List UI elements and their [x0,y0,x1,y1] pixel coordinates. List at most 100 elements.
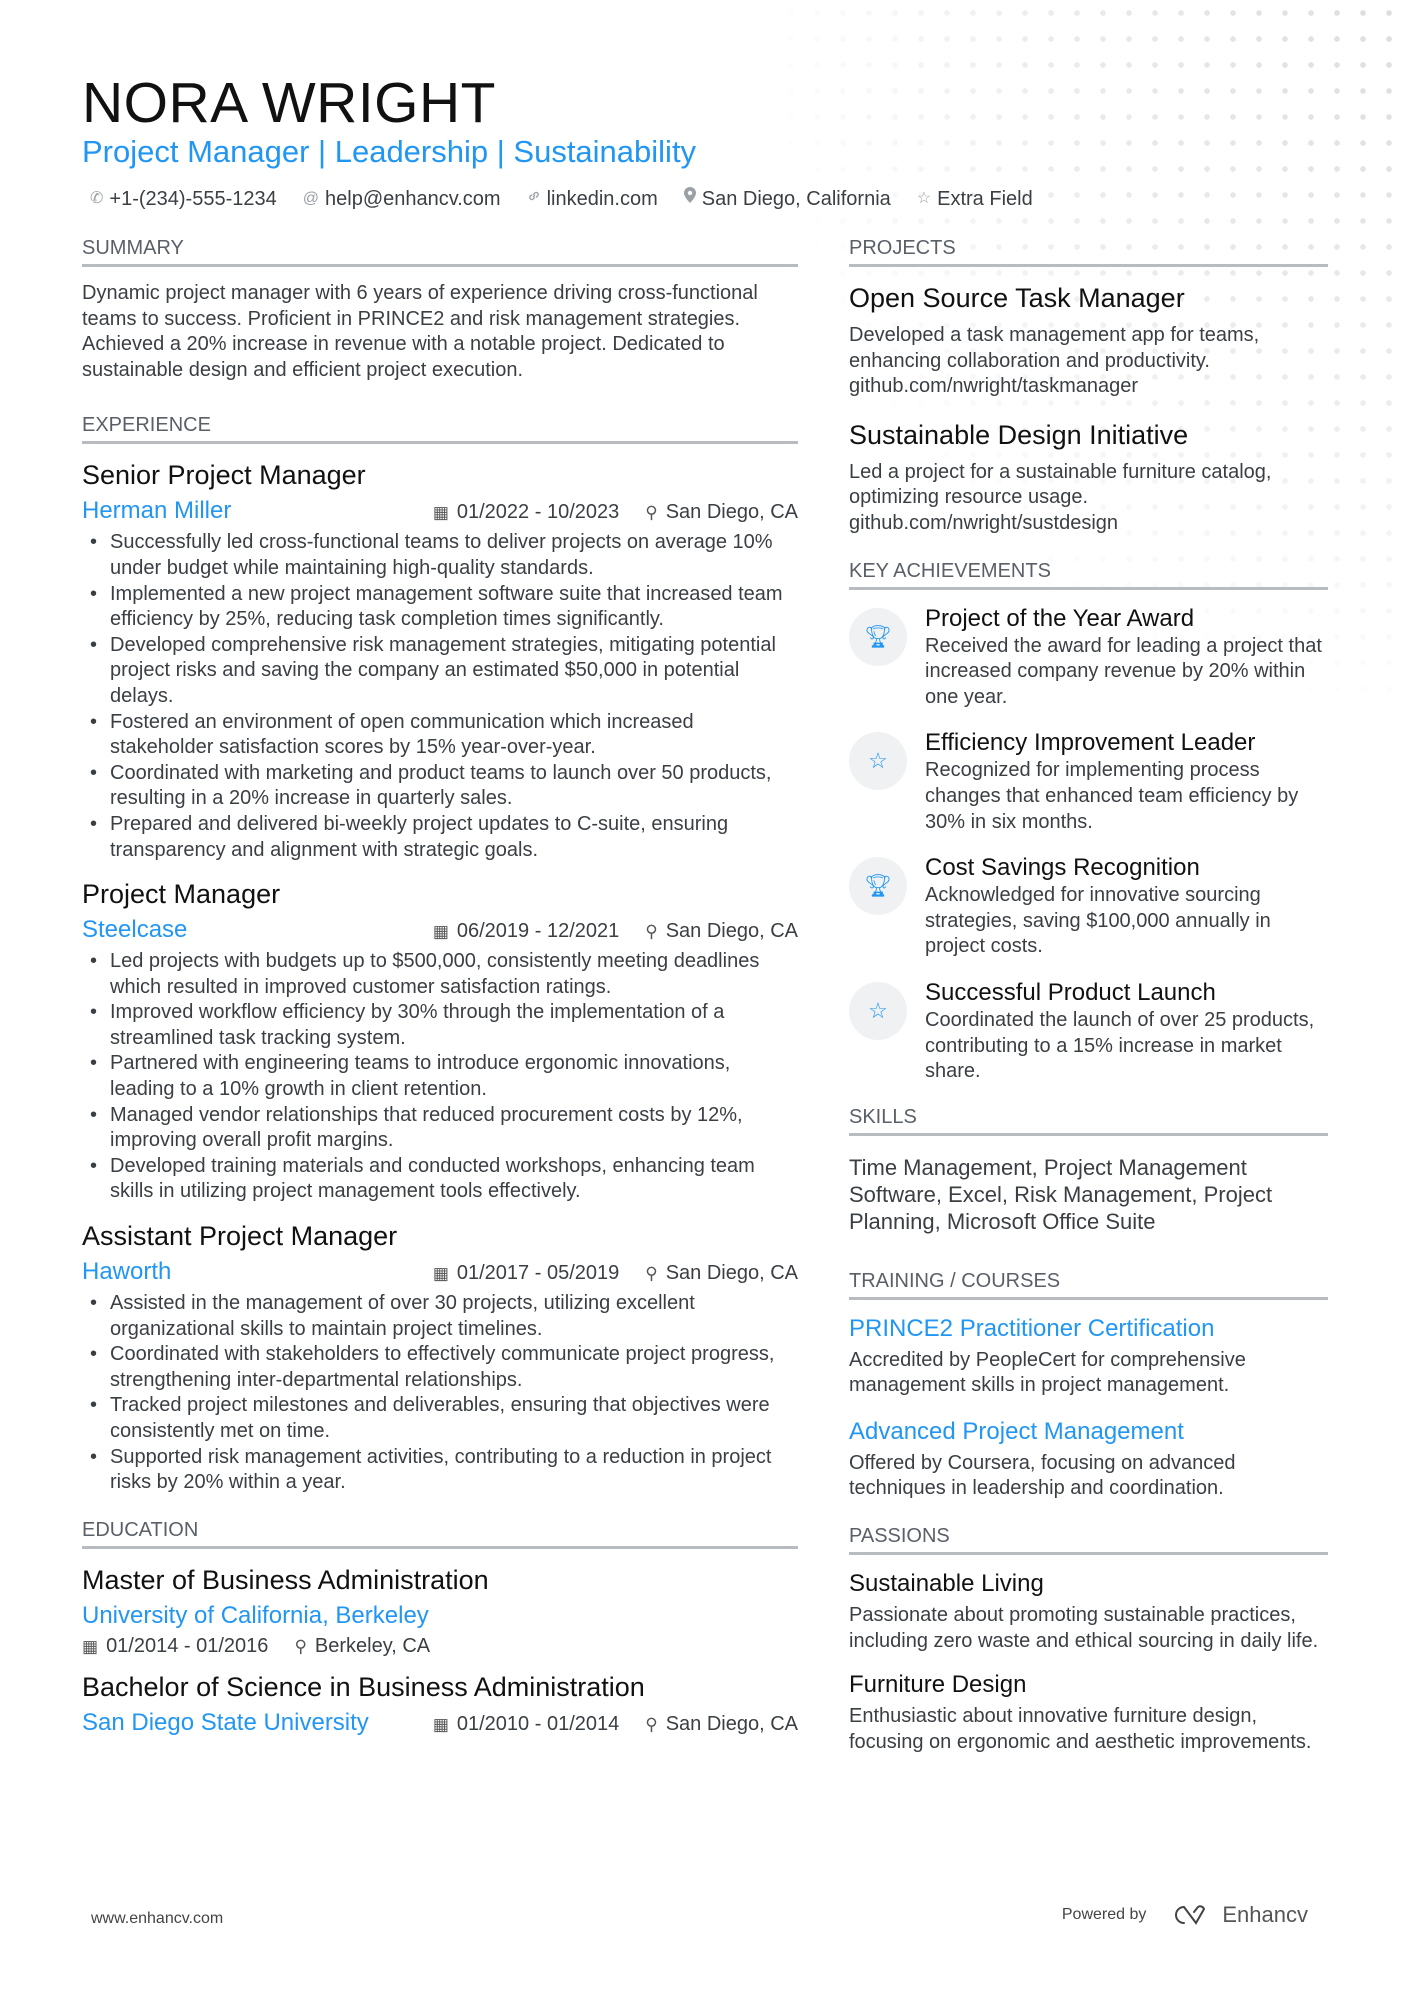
achievement-title: Project of the Year Award [925,604,1195,632]
company-name[interactable]: Herman Miller [82,496,231,526]
education-meta: ▦ 01/2014 - 01/2016 ⚲ Berkeley, CA [82,1635,798,1658]
star-icon: ☆ [916,190,932,207]
section-heading: Key Achievements [849,559,1328,590]
candidate-name: NORA WRIGHT [82,71,496,135]
phone-icon: ✆ [90,190,104,207]
job-bullets: Led projects with budgets up to $500,000… [82,949,798,1205]
location-icon: ⚲ [645,503,658,523]
footer-powered-by: Powered by Enhancv [1062,1902,1308,1928]
achievement-description: Coordinated the launch of over 25 produc… [925,1008,1315,1083]
education-location: Berkeley, CA [314,1634,431,1657]
education-dates: 01/2010 - 01/2014 [456,1712,620,1735]
company-name[interactable]: Steelcase [82,915,187,945]
experience-section: Experience Senior Project Manager Herman … [82,413,798,1495]
job-entry: Project Manager Steelcase ▦ 06/2019 - 12/20… [82,877,798,1205]
projects-section: Projects Open Source Task Manager Develo… [849,236,1328,537]
passion-item: Furniture Design Enthusiastic about inno… [849,1670,1328,1755]
powered-by-label: Powered by [1061,1906,1147,1923]
project-link[interactable]: github.com/nwright/taskmanager [849,374,1328,400]
achievements-section: Key Achievements 🏆︎ Project of the Year A… [849,559,1328,1085]
job-dates: 06/2019 - 12/2021 [456,920,620,943]
calendar-icon: ▦ [432,1264,449,1284]
contact-location-text: San Diego, California [701,188,891,210]
calendar-icon: ▦ [82,1636,99,1656]
course-item: PRINCE2 Practitioner Certification Accre… [849,1314,1328,1399]
enhancv-logo-icon [1175,1905,1206,1925]
project-description: Led a project for a sustainable furnitur… [849,460,1272,509]
project-link[interactable]: github.com/nwright/sustdesign [849,511,1328,537]
school[interactable]: San Diego State University [82,1708,369,1738]
bullet-item: Developed training materials and conduct… [90,1154,798,1205]
course-title[interactable]: PRINCE2 Practitioner Certification [849,1314,1328,1344]
passion-title: Sustainable Living [849,1570,1044,1598]
course-item: Advanced Project Management Offered by C… [849,1417,1328,1502]
skills-section: Skills Time Management, Project Manageme… [849,1105,1328,1235]
course-description: Accredited by PeopleCert for comprehensi… [849,1348,1246,1397]
passion-item: Sustainable Living Passionate about prom… [849,1569,1328,1654]
job-bullets: Assisted in the management of over 30 pr… [82,1291,798,1496]
job-title: Senior Project Manager [82,460,366,491]
calendar-icon: ▦ [432,503,449,523]
bullet-item: Successfully led cross-functional teams … [90,530,798,581]
contact-extra: ☆ Extra Field [917,186,1033,212]
achievement-description: Received the award for leading a project… [925,634,1322,708]
section-heading: Summary [82,236,798,267]
bullet-item: Developed comprehensive risk management … [90,633,798,710]
contact-email[interactable]: @ help@enhancv.com [303,186,501,212]
trophy-icon: 🏆︎ [849,857,907,916]
calendar-icon: ▦ [432,1714,449,1734]
passions-section: Passions Sustainable Living Passionate a… [849,1524,1328,1755]
achievement-title: Efficiency Improvement Leader [925,729,1256,757]
bullet-item: Assisted in the management of over 30 pr… [90,1291,798,1342]
degree: Bachelor of Science in Business Administ… [82,1671,645,1702]
achievement-description: Recognized for implementing process chan… [925,759,1299,833]
training-section: Training / Courses PRINCE2 Practitioner … [849,1269,1328,1502]
project-title: Sustainable Design Initiative [849,419,1189,450]
achievement-item: 🏆︎ Cost Savings Recognition Acknowledged f… [849,853,1328,960]
project-item: Open Source Task Manager Developed a tas… [849,281,1328,400]
section-heading: Skills [849,1105,1328,1136]
summary-text: Dynamic project manager with 6 years of … [82,282,758,381]
education-location: San Diego, CA [665,1712,798,1735]
company-name[interactable]: Haworth [82,1257,171,1287]
degree: Master of Business Administration [82,1564,489,1595]
enhancv-brand[interactable]: Enhancv [1170,1902,1308,1928]
job-title: Assistant Project Manager [82,1221,398,1252]
contact-phone[interactable]: ✆ +1-(234)-555-1234 [90,186,277,212]
job-entry: Assistant Project Manager Haworth ▦ 01/2017… [82,1219,798,1496]
footer-website[interactable]: www.enhancv.com [91,1910,223,1928]
section-heading: Education [82,1518,798,1549]
project-title: Open Source Task Manager [849,283,1185,313]
education-section: Education Master of Business Administrat… [82,1518,798,1738]
contact-linkedin[interactable]: linkedin.com [527,186,658,212]
job-location: San Diego, CA [665,1262,798,1285]
achievement-description: Acknowledged for innovative sourcing str… [925,884,1271,958]
course-title[interactable]: Advanced Project Management [849,1417,1328,1447]
bullet-item: Prepared and delivered bi-weekly project… [90,812,798,863]
job-dates: 01/2022 - 10/2023 [456,501,620,524]
education-item: Master of Business Administration Univer… [82,1563,798,1658]
candidate-title: Project Manager | Leadership | Sustainab… [82,134,697,169]
achievement-item: ☆ Successful Product Launch Coordinated th… [849,978,1328,1085]
location-icon [683,186,696,212]
bullet-item: Improved workflow efficiency by 30% thro… [90,1000,798,1051]
at-icon: @ [302,190,319,207]
contact-linkedin-text: linkedin.com [546,188,658,210]
bullet-item: Fostered an environment of open communic… [90,710,798,761]
achievement-item: ☆ Efficiency Improvement Leader Recognized… [849,728,1328,835]
education-dates: 01/2014 - 01/2016 [106,1634,269,1657]
contact-row: ✆ +1-(234)-555-1234 @ help@enhancv.com l… [90,186,1033,212]
location-icon: ⚲ [294,1636,307,1656]
section-heading: Experience [82,413,798,445]
education-meta: ▦ 01/2010 - 01/2014 ⚲ San Diego, CA [433,1713,798,1736]
job-meta: ▦ 01/2017 - 05/2019 ⚲ San Diego, CA [433,1262,798,1285]
bullet-item: Implemented a new project management sof… [90,582,798,633]
brand-name: Enhancv [1222,1902,1308,1927]
bullet-item: Partnered with engineering teams to intr… [90,1051,798,1102]
school[interactable]: University of California, Berkeley [82,1601,798,1631]
achievement-title: Successful Product Launch [925,978,1216,1006]
bullet-item: Tracked project milestones and deliverab… [90,1393,798,1444]
right-column: Projects Open Source Task Manager Develo… [849,236,1328,1785]
section-heading: Training / Courses [849,1269,1328,1300]
passion-title: Furniture Design [849,1671,1027,1699]
